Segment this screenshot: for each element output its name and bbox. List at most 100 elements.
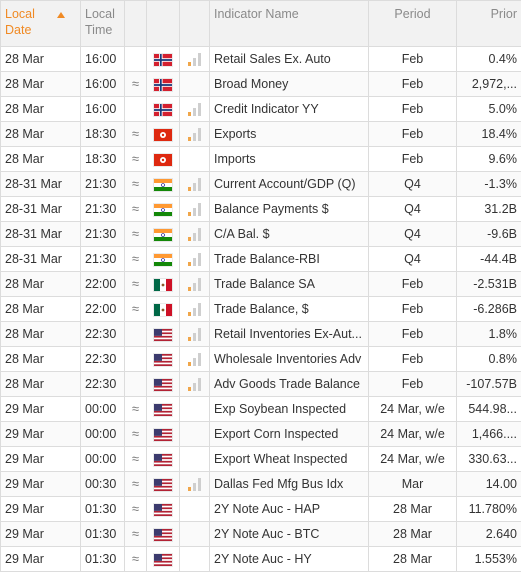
event-time: 22:00 xyxy=(81,272,125,297)
country-flag-cell xyxy=(147,472,180,497)
event-period: Feb xyxy=(369,97,457,122)
table-row[interactable]: 28-31 Mar 21:30 ≈ Current Account/GDP (Q… xyxy=(1,172,521,197)
indicator-name[interactable]: Export Corn Inspected xyxy=(210,422,369,447)
event-time: 00:00 xyxy=(81,447,125,472)
indicator-name[interactable]: Broad Money xyxy=(210,72,369,97)
norway-flag-icon xyxy=(154,104,172,116)
header-local-date[interactable]: Local Date xyxy=(1,1,81,47)
indicator-name[interactable]: Adv Goods Trade Balance xyxy=(210,372,369,397)
country-flag-cell xyxy=(147,347,180,372)
table-row[interactable]: 28 Mar 22:00 ≈ Trade Balance SA Feb -2.5… xyxy=(1,272,521,297)
event-time: 22:30 xyxy=(81,347,125,372)
table-row[interactable]: 28-31 Mar 21:30 ≈ C/A Bal. $ Q4 -9.6B xyxy=(1,222,521,247)
header-period[interactable]: Period xyxy=(369,1,457,47)
event-time: 16:00 xyxy=(81,72,125,97)
table-row[interactable]: 28 Mar 22:30 Retail Inventories Ex-Aut..… xyxy=(1,322,521,347)
country-flag-cell xyxy=(147,297,180,322)
approximate-time-icon xyxy=(125,97,147,122)
event-period: Q4 xyxy=(369,247,457,272)
country-flag-cell xyxy=(147,397,180,422)
indicator-name[interactable]: Export Wheat Inspected xyxy=(210,447,369,472)
indicator-name[interactable]: 2Y Note Auc - HY xyxy=(210,547,369,572)
indicator-name[interactable]: C/A Bal. $ xyxy=(210,222,369,247)
prior-value: 0.8% xyxy=(457,347,521,372)
importance-cell xyxy=(180,472,210,497)
table-row[interactable]: 29 Mar 00:00 ≈ Exp Soybean Inspected 24 … xyxy=(1,397,521,422)
header-local-date-label: Local Date xyxy=(5,6,47,38)
country-flag-cell xyxy=(147,97,180,122)
table-row[interactable]: 29 Mar 00:00 ≈ Export Corn Inspected 24 … xyxy=(1,422,521,447)
table-row[interactable]: 29 Mar 00:00 ≈ Export Wheat Inspected 24… xyxy=(1,447,521,472)
header-indicator-name[interactable]: Indicator Name xyxy=(210,1,369,47)
prior-value: 2,972,... xyxy=(457,72,521,97)
importance-bars-icon xyxy=(188,203,201,216)
indicator-name[interactable]: Trade Balance-RBI xyxy=(210,247,369,272)
approximate-time-icon: ≈ xyxy=(125,297,147,322)
table-row[interactable]: 28 Mar 16:00 Credit Indicator YY Feb 5.0… xyxy=(1,97,521,122)
table-row[interactable]: 29 Mar 01:30 ≈ 2Y Note Auc - HY 28 Mar 1… xyxy=(1,547,521,572)
prior-value: -6.286B xyxy=(457,297,521,322)
table-row[interactable]: 28 Mar 16:00 Retail Sales Ex. Auto Feb 0… xyxy=(1,47,521,72)
approximate-time-icon: ≈ xyxy=(125,447,147,472)
indicator-name[interactable]: Exports xyxy=(210,122,369,147)
approximate-time-icon: ≈ xyxy=(125,422,147,447)
table-row[interactable]: 29 Mar 01:30 ≈ 2Y Note Auc - BTC 28 Mar … xyxy=(1,522,521,547)
header-prior[interactable]: Prior xyxy=(457,1,521,47)
table-row[interactable]: 28 Mar 22:00 ≈ Trade Balance, $ Feb -6.2… xyxy=(1,297,521,322)
header-country xyxy=(147,1,180,47)
table-row[interactable]: 28 Mar 22:30 Adv Goods Trade Balance Feb… xyxy=(1,372,521,397)
indicator-name[interactable]: 2Y Note Auc - BTC xyxy=(210,522,369,547)
indicator-name[interactable]: Retail Inventories Ex-Aut... xyxy=(210,322,369,347)
prior-value: 2.640 xyxy=(457,522,521,547)
header-local-time-label: Local Time xyxy=(85,6,121,38)
indicator-name[interactable]: Dallas Fed Mfg Bus Idx xyxy=(210,472,369,497)
event-date: 29 Mar xyxy=(1,422,81,447)
importance-cell xyxy=(180,497,210,522)
approximate-time-icon xyxy=(125,372,147,397)
indicator-name[interactable]: Imports xyxy=(210,147,369,172)
prior-value: 5.0% xyxy=(457,97,521,122)
event-period: Feb xyxy=(369,72,457,97)
importance-cell xyxy=(180,322,210,347)
event-time: 01:30 xyxy=(81,497,125,522)
header-approx xyxy=(125,1,147,47)
table-row[interactable]: 29 Mar 00:30 ≈ Dallas Fed Mfg Bus Idx Ma… xyxy=(1,472,521,497)
indicator-name[interactable]: Exp Soybean Inspected xyxy=(210,397,369,422)
country-flag-cell xyxy=(147,172,180,197)
country-flag-cell xyxy=(147,272,180,297)
usa-flag-icon xyxy=(154,529,172,541)
approximate-time-icon: ≈ xyxy=(125,72,147,97)
table-row[interactable]: 29 Mar 01:30 ≈ 2Y Note Auc - HAP 28 Mar … xyxy=(1,497,521,522)
importance-bars-icon xyxy=(188,303,201,316)
importance-bar xyxy=(193,333,196,341)
table-row[interactable]: 28 Mar 18:30 ≈ Imports Feb 9.6% xyxy=(1,147,521,172)
indicator-name[interactable]: Wholesale Inventories Adv xyxy=(210,347,369,372)
importance-cell xyxy=(180,347,210,372)
table-row[interactable]: 28 Mar 22:30 Wholesale Inventories Adv F… xyxy=(1,347,521,372)
importance-bars-icon xyxy=(188,328,201,341)
table-row[interactable]: 28-31 Mar 21:30 ≈ Trade Balance-RBI Q4 -… xyxy=(1,247,521,272)
importance-bar xyxy=(198,378,201,391)
importance-bars-icon xyxy=(188,228,201,241)
country-flag-cell xyxy=(147,322,180,347)
header-local-time[interactable]: Local Time xyxy=(81,1,125,47)
table-row[interactable]: 28 Mar 16:00 ≈ Broad Money Feb 2,972,... xyxy=(1,72,521,97)
importance-bar xyxy=(188,237,191,241)
importance-bar xyxy=(198,478,201,491)
importance-bar xyxy=(193,308,196,316)
usa-flag-icon xyxy=(154,454,172,466)
table-row[interactable]: 28-31 Mar 21:30 ≈ Balance Payments $ Q4 … xyxy=(1,197,521,222)
indicator-name[interactable]: Trade Balance, $ xyxy=(210,297,369,322)
indicator-name[interactable]: Trade Balance SA xyxy=(210,272,369,297)
table-row[interactable]: 28 Mar 18:30 ≈ Exports Feb 18.4% xyxy=(1,122,521,147)
indicator-name[interactable]: 2Y Note Auc - HAP xyxy=(210,497,369,522)
importance-bar xyxy=(188,262,191,266)
importance-bar xyxy=(198,228,201,241)
indicator-name[interactable]: Current Account/GDP (Q) xyxy=(210,172,369,197)
indicator-name[interactable]: Retail Sales Ex. Auto xyxy=(210,47,369,72)
indicator-name[interactable]: Credit Indicator YY xyxy=(210,97,369,122)
importance-cell xyxy=(180,72,210,97)
event-period: 24 Mar, w/e xyxy=(369,397,457,422)
importance-bar xyxy=(188,62,191,66)
indicator-name[interactable]: Balance Payments $ xyxy=(210,197,369,222)
